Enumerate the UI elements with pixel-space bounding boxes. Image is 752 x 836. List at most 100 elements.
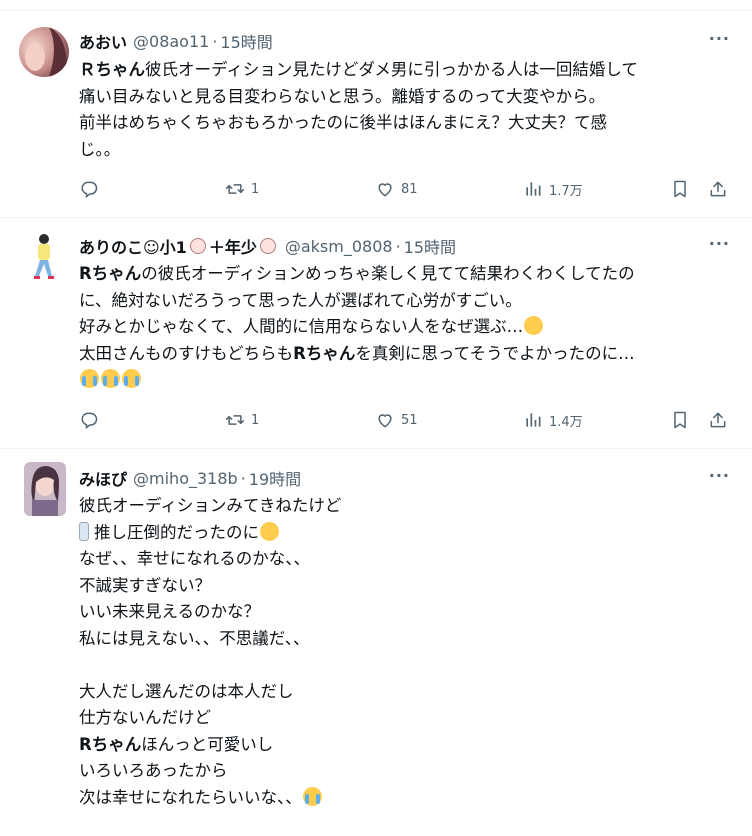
text-segment: 好みとかじゃなくて、人間的に信用ならない人をなぜ選ぶ… xyxy=(79,317,524,336)
like-icon xyxy=(375,410,395,430)
text-segment: 彼氏オーディションみてきねたけど xyxy=(79,496,342,515)
share-icon xyxy=(708,410,728,430)
more-icon[interactable]: ··· xyxy=(709,29,730,48)
tweet-text-line: に、絶対ないだろうって思った人が選ばれて心労がすごい。 xyxy=(79,288,729,315)
views-count: 1.7万 xyxy=(549,183,583,199)
tweet-text-line: 私には見えない、、不思議だ、、 xyxy=(79,626,729,653)
text-segment: ほんっと可愛いし xyxy=(141,734,274,754)
like-count: 51 xyxy=(401,412,418,428)
tweet-text-line: Rちゃんの彼氏オーディションめっちゃ楽しく見てて結果わくわくしてたの xyxy=(79,261,729,288)
plead-emoji-icon xyxy=(260,521,279,541)
user-handle[interactable]: @miho_318b xyxy=(133,469,238,488)
tweet-text-line xyxy=(79,367,729,394)
tweet-text-line: 仕方ないんだけど xyxy=(79,705,729,732)
tweet-text-line: Ｒちゃん彼氏オーディション見たけどダメ男に引っかかる人は一回結婚して xyxy=(79,57,729,84)
tweet-text-line xyxy=(79,652,729,679)
tweet-text-line: 痛い目みないと見る目変わらないと思う。離婚するのって大変やから。 xyxy=(79,84,729,111)
cry-emoji-icon xyxy=(80,369,99,388)
text-segment: いろいろあったから xyxy=(79,761,228,780)
tweet-text: Ｒちゃん彼氏オーディション見たけどダメ男に引っかかる人は一回結婚して 痛い目みない… xyxy=(79,57,729,163)
views-button[interactable]: 1.7万 xyxy=(523,177,583,201)
timestamp[interactable]: 15時間 xyxy=(404,234,456,258)
reply-icon xyxy=(79,179,99,199)
timestamp[interactable]: 19時間 xyxy=(249,466,301,490)
reply-button[interactable] xyxy=(79,177,105,201)
text-segment: 次は幸せになれたらいいな、、 xyxy=(79,787,302,807)
like-icon xyxy=(375,179,395,199)
avatar[interactable] xyxy=(24,462,66,516)
tweet-header: みほぴ @miho_318b · 19時間 xyxy=(79,466,301,490)
bottle-emoji-icon xyxy=(79,521,89,541)
tweet-text-line: 推し圧倒的だったのに xyxy=(79,520,729,547)
girl-emoji-icon xyxy=(189,238,206,254)
text-segment: 彼氏オーディション見たけどダメ男に引っかかる人は一回結婚して xyxy=(145,60,638,79)
tweet-text-line: いろいろあったから xyxy=(79,758,729,785)
text-segment: 太田さんものすけもどちらも xyxy=(79,343,294,363)
views-icon xyxy=(523,179,543,199)
user-handle[interactable]: @08ao11 xyxy=(133,32,209,51)
views-count: 1.4万 xyxy=(549,414,583,430)
timestamp[interactable]: 15時間 xyxy=(220,29,272,53)
text-segment: 推し圧倒的だったのに xyxy=(94,522,259,542)
text-segment: いい未来見えるのかな？ xyxy=(79,602,261,621)
mention-text: Rちゃん xyxy=(293,343,356,363)
like-button[interactable]: 51 xyxy=(375,408,418,432)
tweet-text-line: Rちゃんほんっと可愛いし xyxy=(79,732,729,759)
display-name-suffix[interactable]: ＋年少 xyxy=(209,234,257,258)
tweet-actions: 1 51 1.4万 xyxy=(79,408,729,432)
retweet-count: 1 xyxy=(251,181,260,197)
tweet-1[interactable]: あおい @08ao11 · 15時間 ··· Ｒちゃん彼氏オーディション見たけど… xyxy=(0,11,752,218)
tweet-3[interactable]: みほぴ @miho_318b · 19時間 ··· 彼氏オーディションみてきねた… xyxy=(0,449,752,836)
avatar[interactable] xyxy=(19,232,69,282)
user-handle[interactable]: @aksm_0808 xyxy=(285,237,393,256)
share-button[interactable] xyxy=(708,408,728,432)
display-name[interactable]: あおい xyxy=(79,29,127,53)
more-icon[interactable]: ··· xyxy=(709,234,730,253)
text-segment: を真剣に思ってそうでよかったのに… xyxy=(355,343,635,363)
tweet-text-line: 太田さんものすけもどちらもRちゃんを真剣に思ってそうでよかったのに… xyxy=(79,341,729,368)
text-segment: なぜ、、幸せになれるのかな、、 xyxy=(79,549,310,568)
separator-dot: · xyxy=(240,468,246,488)
bookmark-button[interactable] xyxy=(670,177,690,201)
separator-dot: · xyxy=(395,236,401,256)
tweet-text: 彼氏オーディションみてきねたけど推し圧倒的だったのになぜ、、幸せになれるのかな、… xyxy=(79,493,729,811)
display-name[interactable]: ありのこ☺小1 xyxy=(79,234,187,258)
text-segment: じ。。 xyxy=(79,139,121,159)
separator-dot: · xyxy=(212,31,218,51)
bookmark-button[interactable] xyxy=(670,408,690,432)
views-button[interactable]: 1.4万 xyxy=(523,408,583,432)
tweet-header: ありのこ☺小1 ＋年少 @aksm_0808 · 15時間 xyxy=(79,234,456,258)
tweet-text-line: 次は幸せになれたらいいな、、 xyxy=(79,785,729,812)
girl-emoji-icon xyxy=(259,238,276,254)
more-icon[interactable]: ··· xyxy=(709,466,730,485)
text-segment: 仕方ないんだけど xyxy=(79,708,211,727)
bookmark-icon xyxy=(670,410,690,430)
tweet-text-line: じ。。 xyxy=(79,137,729,164)
tweet-text-line: いい未来見えるのかな？ xyxy=(79,599,729,626)
retweet-count: 1 xyxy=(251,412,260,428)
retweet-button[interactable]: 1 xyxy=(225,408,259,432)
text-segment: に、絶対ないだろうって思った人が選ばれて心労がすごい。 xyxy=(79,290,522,310)
tweet-text-line: 彼氏オーディションみてきねたけど xyxy=(79,493,729,520)
reply-icon xyxy=(79,410,99,430)
tweet-text: Rちゃんの彼氏オーディションめっちゃ楽しく見てて結果わくわくしてたの に、絶対ない… xyxy=(79,261,729,394)
avatar[interactable] xyxy=(19,27,69,77)
text-segment: 大人だし選んだのは本人だし xyxy=(79,681,294,701)
tweet-text-line: なぜ、、幸せになれるのかな、、 xyxy=(79,546,729,573)
retweet-button[interactable]: 1 xyxy=(225,177,259,201)
cry-emoji-icon xyxy=(302,786,322,806)
like-button[interactable]: 81 xyxy=(375,177,418,201)
text-segment: 痛い目みないと見る目変わらないと思う。離婚するのって大変やから。 xyxy=(79,86,606,106)
sad-emoji-icon xyxy=(524,316,544,335)
share-button[interactable] xyxy=(708,177,728,201)
retweet-icon xyxy=(225,410,245,430)
tweet-actions: 1 81 1.7万 xyxy=(79,177,729,201)
cry-emoji-icon xyxy=(122,369,141,388)
display-name[interactable]: みほぴ xyxy=(79,466,127,490)
text-segment: の彼氏オーディションめっちゃ楽しく見てて結果わくわくしてたの xyxy=(141,264,635,283)
tweet-2[interactable]: ありのこ☺小1 ＋年少 @aksm_0808 · 15時間 ··· Rちゃんの彼… xyxy=(0,218,752,449)
reply-button[interactable] xyxy=(79,408,105,432)
views-icon xyxy=(523,410,543,430)
tweet-text-line: 前半はめちゃくちゃおもろかったのに後半はほんまにえ？大丈夫？て感 xyxy=(79,110,729,137)
bookmark-icon xyxy=(670,179,690,199)
